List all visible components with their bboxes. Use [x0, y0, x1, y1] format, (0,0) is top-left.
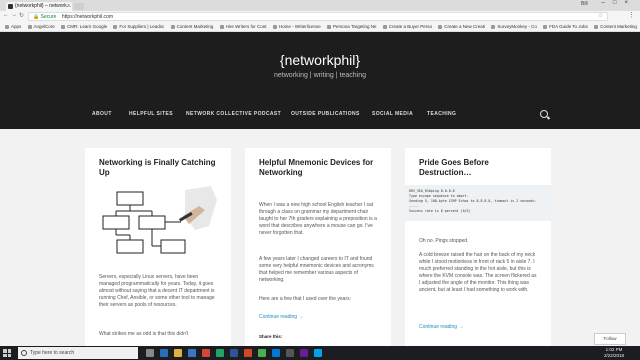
bookmark-item[interactable]: Content Marketing [170, 22, 213, 31]
post-title[interactable]: Pride Goes Before Destruction… [419, 158, 539, 177]
store-icon[interactable] [188, 349, 196, 357]
post-excerpt: Here are a few that I used over the year… [259, 296, 351, 302]
system-clock[interactable]: 1:02 PM 2/22/2018 [604, 347, 624, 359]
bookmark-star-icon[interactable]: ☆ [598, 12, 603, 19]
bookmark-icon [27, 24, 32, 29]
back-arrow-icon[interactable]: ← [3, 12, 9, 18]
windows-start-icon[interactable] [3, 349, 11, 357]
close-tab-icon[interactable]: × [67, 2, 70, 11]
bookmark-icon [327, 24, 332, 29]
terminal-icon[interactable] [286, 349, 294, 357]
bookmark-icon [272, 24, 277, 29]
bookmarks-bar: Apps AngelCore CMR: Learn Google For Sup… [0, 22, 640, 32]
post-excerpt: A few years later I changed careers to I… [259, 256, 374, 283]
bookmark-item[interactable]: Create a New Creati [438, 22, 485, 31]
skype-icon[interactable] [314, 349, 322, 357]
nav-outside-publications[interactable]: OUTSIDE PUBLICATIONS [291, 111, 360, 117]
powerpoint-icon[interactable] [244, 349, 252, 357]
task-view-icon[interactable] [146, 349, 154, 357]
post-card: Pride Goes Before Destruction… DRV_SEA_R… [405, 148, 551, 346]
post-excerpt: Oh no. Pings stopped. [419, 238, 469, 244]
bookmark-item[interactable]: Create a Buyer Perso [382, 22, 432, 31]
bookmark-item[interactable]: AngelCore [27, 22, 55, 31]
ping-output-code-block: DRV_SEA_R1#ping 8.8.8.8 Type escape sequ… [405, 185, 551, 221]
taskbar-search-placeholder: Type here to search [30, 350, 75, 356]
edge-browser-icon[interactable] [160, 349, 168, 357]
browser-tab[interactable]: {networkphil} – network... × [6, 2, 72, 11]
window-controls[interactable]: –□× [602, 0, 636, 6]
profile-name[interactable]: Bill [581, 1, 588, 7]
clock-date: 2/22/2018 [604, 353, 625, 358]
search-icon[interactable] [540, 110, 548, 118]
post-excerpt: When I was a new high school English tea… [259, 202, 377, 236]
word-icon[interactable] [230, 349, 238, 357]
continue-reading-link[interactable]: Continue reading → [419, 324, 463, 330]
bookmark-item[interactable]: Persona Targeting Ne [327, 22, 376, 31]
follow-button[interactable]: Follow [594, 333, 626, 345]
post-excerpt: A cold breeze raised the hair on the bac… [419, 252, 537, 293]
bookmark-item[interactable]: Apps [5, 22, 21, 31]
bookmark-icon [61, 24, 66, 29]
browser-menu-icon[interactable]: ⋮ [628, 11, 635, 19]
reload-icon[interactable]: ↻ [19, 12, 24, 19]
continue-reading-link[interactable]: Continue reading → [259, 314, 303, 320]
post-card: Networking is Finally Catching Up Server… [85, 148, 231, 346]
chrome-icon[interactable] [258, 349, 266, 357]
forward-arrow-icon[interactable]: → [11, 12, 17, 18]
bookmark-item[interactable]: SurveyMonkey - Co [491, 22, 537, 31]
site-tagline: networking | writing | teaching [274, 72, 366, 79]
bookmark-item[interactable]: For Suppliers | Leadsc [113, 22, 164, 31]
nav-about[interactable]: ABOUT [92, 111, 112, 117]
onenote-icon[interactable] [300, 349, 308, 357]
bookmark-icon [219, 24, 224, 29]
bookmark-icon [5, 24, 9, 29]
bookmark-item[interactable]: Content Marketing [594, 22, 637, 31]
post-card: Helpful Mnemonic Devices for Networking … [245, 148, 391, 346]
bookmark-item[interactable]: Hire Writers for Cont [219, 22, 267, 31]
file-explorer-icon[interactable] [174, 349, 182, 357]
excel-icon[interactable] [216, 349, 224, 357]
bookmark-item[interactable]: Home - Writerlicense [272, 22, 321, 31]
bookmark-icon [170, 24, 175, 29]
secure-label: Secure [40, 14, 57, 20]
nav-social-media[interactable]: SOCIAL MEDIA [372, 111, 413, 117]
bookmark-icon [438, 24, 443, 29]
nav-helpful-sites[interactable]: HELPFUL SITES [129, 111, 173, 117]
post-title[interactable]: Networking is Finally Catching Up [99, 158, 219, 177]
outlook-icon[interactable] [272, 349, 280, 357]
bookmark-icon [113, 24, 118, 29]
url-text: https://networkphil.com [61, 14, 113, 20]
taskbar-search-box[interactable]: Type here to search [18, 347, 138, 359]
browser-tab-strip: {networkphil} – network... × Bill –□× [0, 0, 640, 11]
nav-network-collective-podcast[interactable]: NETWORK COLLECTIVE PODCAST [186, 111, 281, 117]
post-title[interactable]: Helpful Mnemonic Devices for Networking [259, 158, 379, 177]
post-excerpt: What strikes me as odd is that this didn… [99, 331, 189, 337]
nav-teaching[interactable]: TEACHING [427, 111, 456, 117]
tab-title: {networkphil} – network... [15, 3, 71, 9]
post-excerpt: Servers, especially Linux servers, have … [99, 274, 215, 308]
share-label: Share this: [259, 334, 283, 339]
lock-icon: 🔒 [33, 14, 40, 20]
search-icon [21, 350, 27, 356]
bookmark-item[interactable]: FDA Guide To Jobs [543, 22, 588, 31]
new-tab-button[interactable] [74, 3, 84, 10]
bookmark-icon [543, 24, 548, 29]
bookmark-icon [594, 24, 599, 29]
site-favicon-icon [8, 4, 13, 9]
url-input[interactable]: 🔒 Secure https://networkphil.com [28, 12, 608, 21]
mail-icon[interactable] [202, 349, 210, 357]
flowchart-whiteboard-image [99, 186, 217, 260]
bookmark-item[interactable]: CMR: Learn Google [61, 22, 107, 31]
site-title[interactable]: {networkphil} [0, 52, 640, 68]
bookmark-icon [491, 24, 496, 29]
bookmark-icon [382, 24, 387, 29]
windows-taskbar: Type here to search 1:02 PM 2/22/2018 [0, 346, 640, 360]
